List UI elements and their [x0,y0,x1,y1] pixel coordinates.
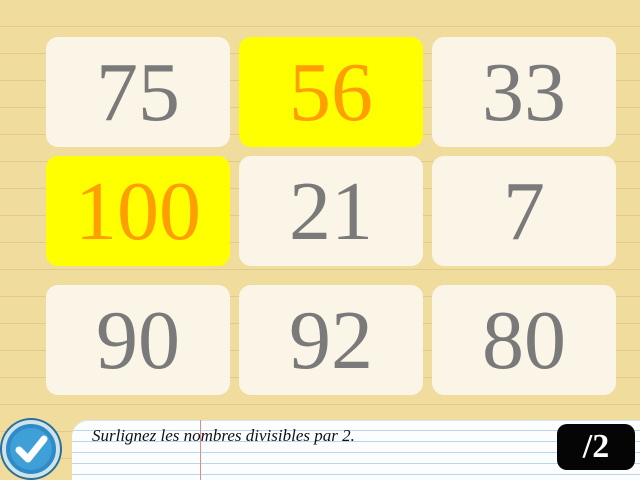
number-tile[interactable]: 21 [239,156,423,266]
score-badge: /2 [557,424,635,470]
instruction-paper: Surlignez les nombres divisibles par 2. [72,420,640,480]
checkmark-icon [15,435,48,463]
number-tile[interactable]: 92 [239,285,423,395]
number-tile-selected[interactable]: 100 [46,156,230,266]
number-tile[interactable]: 33 [432,37,616,147]
number-tile-selected[interactable]: 56 [239,37,423,147]
instruction-text: Surlignez les nombres divisibles par 2. [92,426,355,445]
number-grid: 75 56 33 100 21 7 90 92 80 [0,0,640,410]
validate-button[interactable] [2,420,60,478]
number-tile[interactable]: 7 [432,156,616,266]
number-tile[interactable]: 80 [432,285,616,395]
number-tile[interactable]: 90 [46,285,230,395]
number-tile[interactable]: 75 [46,37,230,147]
validate-button-inner [10,428,52,470]
